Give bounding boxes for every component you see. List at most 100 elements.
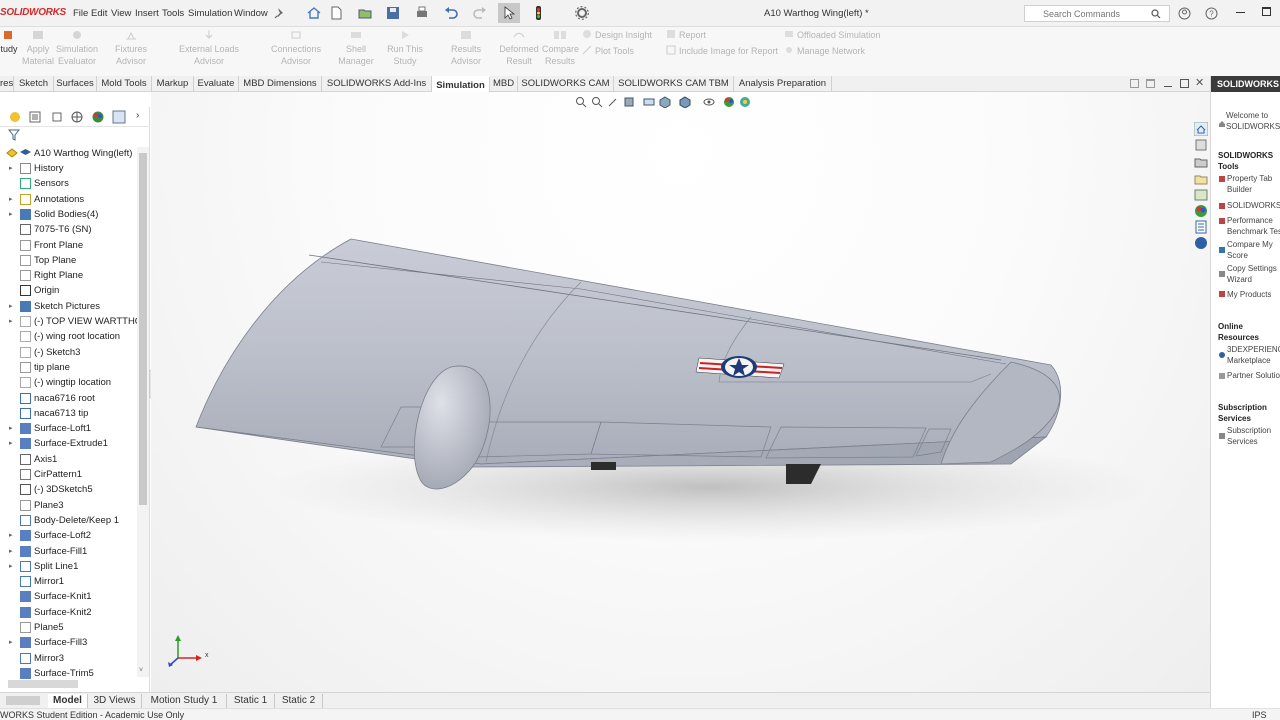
tree-item[interactable]: Mirror1 [0, 574, 137, 589]
gear-icon[interactable] [574, 5, 590, 21]
tree-item[interactable]: Right Plane [0, 268, 137, 283]
expand-arrow-icon[interactable]: ▸ [9, 547, 13, 555]
wing-3d-model[interactable] [151, 92, 1210, 692]
tab-sketch[interactable]: Sketch [14, 76, 54, 92]
expand-arrow-icon[interactable]: ▸ [9, 531, 13, 539]
tree-item[interactable]: ▸ (-) TOP VIEW WARTTHOG [0, 314, 137, 329]
tree-item[interactable]: ▸ Sketch Pictures [0, 299, 137, 314]
menu-insert[interactable]: Insert [135, 8, 159, 19]
tree-item[interactable]: Plane5 [0, 620, 137, 635]
tree-item[interactable]: naca6713 tip [0, 406, 137, 421]
custom-properties-tab-icon[interactable] [1194, 220, 1208, 234]
tree-item[interactable]: ▸ Surface-Extrude1 [0, 436, 137, 451]
open-icon[interactable] [357, 5, 373, 21]
tab-analysis-preparation[interactable]: Analysis Preparation [734, 76, 832, 92]
chevron-right-icon[interactable]: › [136, 110, 139, 121]
include-image-button[interactable]: Include Image for Report [666, 45, 778, 56]
save-icon[interactable] [385, 5, 401, 21]
tree-item[interactable]: tip plane [0, 360, 137, 375]
tree-item[interactable]: Surface-Knit2 [0, 605, 137, 620]
horizontal-scrollbar-thumb[interactable] [8, 680, 78, 688]
compare-my-score-link[interactable]: Compare My Score [1227, 239, 1273, 261]
file-explorer-tab-icon[interactable] [1194, 172, 1208, 186]
property-tab-builder-link[interactable]: Property Tab Builder [1227, 173, 1272, 195]
resources-tab-icon[interactable] [1194, 138, 1208, 152]
graphics-viewport[interactable]: x [151, 92, 1210, 692]
tab-static-2[interactable]: Static 2 [275, 694, 323, 709]
external-loads-advisor-button[interactable]: External Loads Advisor [164, 29, 254, 67]
expand-arrow-icon[interactable]: ▸ [9, 164, 13, 172]
solidworks-rx-link[interactable]: SOLIDWORKS Rx [1227, 200, 1280, 211]
search-icon[interactable] [1151, 9, 1161, 19]
expand-arrow-icon[interactable]: ▸ [9, 562, 13, 570]
welcome-link[interactable]: Welcome to SOLIDWORKS [1226, 110, 1280, 132]
tab-model[interactable]: Model [48, 694, 88, 709]
tree-item[interactable]: ▸ Surface-Fill1 [0, 544, 137, 559]
tree-item[interactable]: ▸ Split Line1 [0, 559, 137, 574]
tree-item[interactable]: ▸ Solid Bodies(4) [0, 207, 137, 222]
design-insight-button[interactable]: Design Insight [582, 29, 652, 40]
user-account-icon[interactable] [1178, 7, 1191, 20]
doc-maximize-button[interactable] [1180, 79, 1189, 88]
expand-arrow-icon[interactable]: ▸ [9, 317, 13, 325]
tab-mbd-dimensions[interactable]: MBD Dimensions [239, 76, 322, 92]
print-icon[interactable] [414, 5, 430, 21]
search-input[interactable] [1043, 8, 1143, 20]
tree-item[interactable]: Plane3 [0, 498, 137, 513]
pin-icon[interactable] [272, 5, 288, 21]
tab-3d-views[interactable]: 3D Views [88, 694, 142, 709]
view-tile-button[interactable] [1130, 79, 1139, 88]
tab-evaluate[interactable]: Evaluate [194, 76, 239, 92]
tree-item[interactable]: 7075-T6 (SN) [0, 222, 137, 237]
compare-results-button[interactable]: Compare Results [542, 29, 579, 67]
scrollbar-thumb[interactable] [139, 153, 147, 505]
expand-arrow-icon[interactable]: ▸ [9, 439, 13, 447]
tree-item[interactable]: ▸ Surface-Fill3 [0, 635, 137, 650]
run-study-button[interactable]: Run This Study [376, 29, 434, 67]
display-manager-tab-icon[interactable] [91, 110, 105, 124]
menu-file[interactable]: File [73, 8, 88, 19]
menu-view[interactable]: View [111, 8, 131, 19]
expand-arrow-icon[interactable]: ▸ [9, 210, 13, 218]
tree-item[interactable]: Surface-Trim5 [0, 666, 137, 681]
tree-root-part[interactable]: A10 Warthog Wing(left) [0, 146, 137, 161]
my-products-link[interactable]: My Products [1227, 289, 1271, 300]
solidworks-forum-tab-icon[interactable] [1194, 236, 1208, 250]
tree-item[interactable]: Origin [0, 283, 137, 298]
select-button[interactable] [498, 3, 520, 23]
results-advisor-button[interactable]: Results Advisor [436, 29, 496, 67]
tab-solidworks-add-ins[interactable]: SOLIDWORKS Add-Ins [322, 76, 432, 92]
feature-tree-scrollbar[interactable] [137, 147, 149, 677]
tree-item[interactable]: Surface-Knit1 [0, 589, 137, 604]
tab-scroll-arrows[interactable] [6, 696, 40, 705]
tab-motion-study-1[interactable]: Motion Study 1 [142, 694, 227, 709]
home-tab-icon[interactable] [1194, 122, 1208, 136]
tree-item[interactable]: ▸ Surface-Loft2 [0, 528, 137, 543]
tab-surfaces[interactable]: Surfaces [54, 76, 97, 92]
new-document-icon[interactable] [328, 5, 344, 21]
subscription-services-link[interactable]: Subscription Services [1227, 425, 1271, 447]
maximize-window-button[interactable] [1262, 7, 1271, 16]
tree-item[interactable]: (-) wingtip location [0, 375, 137, 390]
menu-edit[interactable]: Edit [91, 8, 107, 19]
tree-item[interactable]: Body-Delete/Keep 1 [0, 513, 137, 528]
redo-icon[interactable] [472, 5, 488, 21]
partner-solutions-link[interactable]: Partner Solutions [1227, 370, 1280, 381]
tree-item[interactable]: CirPattern1 [0, 467, 137, 482]
scroll-down-arrow-icon[interactable]: ˅ [139, 667, 143, 674]
units-status[interactable]: IPS [1252, 710, 1267, 720]
tab-mbd[interactable]: MBD [490, 76, 518, 92]
expand-arrow-icon[interactable]: ▸ [9, 302, 13, 310]
tree-item[interactable]: ▸ Surface-Loft1 [0, 421, 137, 436]
configuration-manager-tab-icon[interactable] [50, 110, 64, 124]
expand-arrow-icon[interactable]: ▸ [9, 638, 13, 646]
simulation-evaluator-button[interactable]: Simulation Evaluator [56, 29, 98, 67]
tree-item[interactable]: Top Plane [0, 253, 137, 268]
manage-network-button[interactable]: Manage Network [784, 45, 865, 56]
property-manager-tab-icon[interactable] [28, 110, 42, 124]
simulation-tab-icon[interactable] [112, 110, 126, 124]
undo-icon[interactable] [443, 5, 459, 21]
search-commands-box[interactable] [1024, 5, 1170, 22]
home-icon[interactable] [306, 5, 322, 21]
deformed-result-button[interactable]: Deformed Result [498, 29, 540, 67]
